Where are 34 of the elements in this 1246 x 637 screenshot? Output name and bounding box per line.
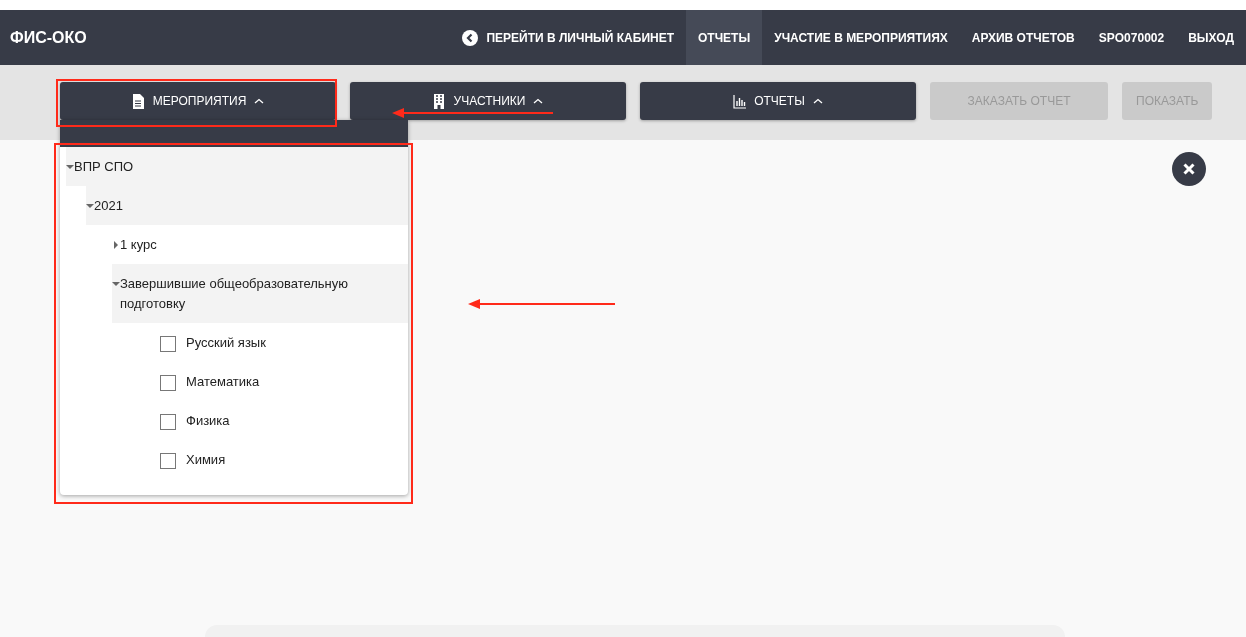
tree-item[interactable]: Завершившие общеобразовательную подготовку (112, 264, 408, 323)
chevron-left-icon (462, 29, 479, 46)
building-icon (432, 93, 446, 109)
chevron-up-icon (533, 98, 544, 104)
checkbox[interactable] (160, 335, 176, 352)
nav-link[interactable]: ОТЧЕТЫ (686, 10, 763, 65)
chevron-up-icon (812, 98, 823, 104)
nav-link[interactable]: ВЫХОД (1176, 10, 1246, 65)
dropdown-button[interactable]: УЧАСТНИКИ (350, 82, 626, 120)
tree-item[interactable]: 2021 (86, 186, 408, 225)
tree-item[interactable]: Химия (60, 440, 408, 479)
chevron-up-icon (254, 98, 265, 104)
dropdown-button[interactable]: ОТЧЕТЫ (640, 82, 916, 120)
checkbox[interactable] (160, 374, 176, 391)
nav-link[interactable]: УЧАСТИЕ В МЕРОПРИЯТИЯХ (762, 10, 960, 65)
checkbox[interactable] (160, 452, 176, 469)
nav-link[interactable]: АРХИВ ОТЧЕТОВ (959, 10, 1087, 65)
close-icon[interactable] (1172, 152, 1206, 186)
checkbox[interactable] (160, 413, 176, 430)
tree-item[interactable]: Физика (60, 401, 408, 440)
bar-chart-icon (733, 93, 747, 109)
document-icon (131, 93, 145, 109)
tree-item[interactable]: Математика (60, 362, 408, 401)
caret-down-icon (112, 280, 120, 288)
dropdown-button[interactable]: МЕРОПРИЯТИЯ (60, 82, 336, 120)
tree-item[interactable]: ВПР СПО (66, 147, 408, 186)
caret-down-icon (66, 163, 74, 171)
nav-link[interactable]: ПЕРЕЙТИ В ЛИЧНЫЙ КАБИНЕТ (450, 10, 686, 65)
nav-link[interactable]: SPO070002 (1086, 10, 1177, 65)
tree-item[interactable]: 1 курс (112, 225, 408, 264)
caret-right-icon (112, 241, 120, 249)
tree-item[interactable]: Русский язык (60, 323, 408, 362)
caret-down-icon (86, 202, 94, 210)
brand-title: ФИС-ОКО (9, 27, 87, 48)
